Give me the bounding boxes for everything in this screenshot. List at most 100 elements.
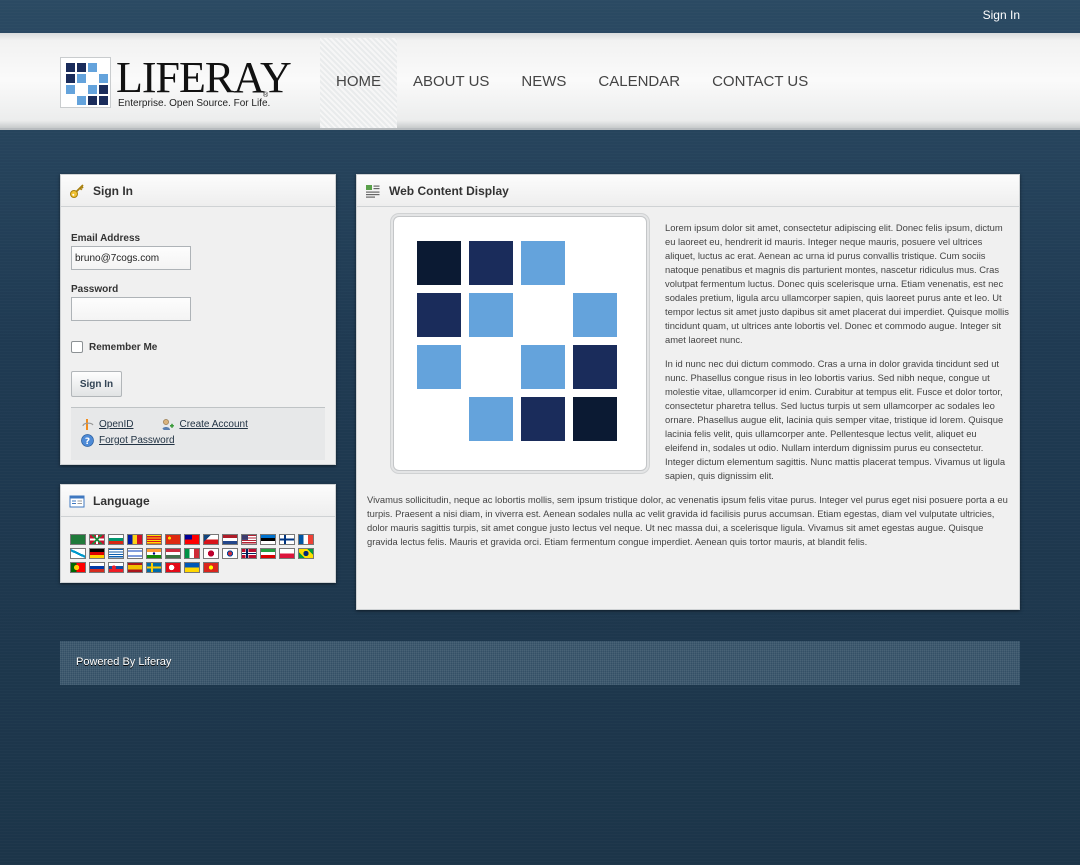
- liferay-squares-image: [393, 216, 647, 471]
- image-square: [417, 241, 461, 285]
- password-field[interactable]: [71, 297, 191, 321]
- flag-czech-icon[interactable]: [203, 534, 219, 545]
- flag-norwegian-icon[interactable]: [241, 548, 257, 559]
- liferay-logo[interactable]: LIFERAY ® Enterprise. Open Source. For L…: [60, 53, 292, 111]
- sign-in-portlet: Sign In Email Address Password Remember …: [60, 174, 336, 465]
- remember-me-row: Remember Me: [71, 341, 325, 353]
- nav-item-contact-us[interactable]: CONTACT US: [696, 38, 824, 128]
- nav-item-news[interactable]: NEWS: [505, 38, 582, 128]
- language-title-text: Language: [93, 493, 150, 508]
- flag-polish-icon[interactable]: [279, 548, 295, 559]
- email-label: Email Address: [71, 233, 141, 244]
- flag-greek-icon[interactable]: [108, 548, 124, 559]
- flag-hebrew-icon[interactable]: [127, 548, 143, 559]
- flag-swedish-icon[interactable]: [146, 562, 162, 573]
- logo-mark-square: [99, 74, 108, 83]
- flag-slovak-icon[interactable]: [108, 562, 124, 573]
- flag-french-icon[interactable]: [298, 534, 314, 545]
- top-sign-in-link[interactable]: Sign In: [983, 8, 1020, 22]
- web-content-icon: [366, 184, 380, 198]
- footer: Powered By Liferay: [60, 641, 1020, 685]
- remember-me-checkbox[interactable]: [71, 341, 83, 353]
- web-content-paragraph-3: Vivamus sollicitudin, neque ac lobortis …: [367, 494, 1008, 547]
- web-content-portlet-title: Web Content Display: [357, 175, 1019, 207]
- add-user-icon: [162, 418, 175, 430]
- flag-bulgarian-icon[interactable]: [108, 534, 124, 545]
- image-square: [469, 397, 513, 441]
- image-square: [573, 397, 617, 441]
- language-flags: [61, 517, 335, 573]
- link-row-1: OpenID Create Account: [81, 416, 315, 432]
- flag-german-icon[interactable]: [89, 548, 105, 559]
- flag-portuguese-icon[interactable]: [70, 562, 86, 573]
- flag-japanese-icon[interactable]: [203, 548, 219, 559]
- powered-by-text: Powered By Liferay: [76, 656, 172, 668]
- logo-mark-square: [66, 63, 75, 72]
- image-square: [417, 293, 461, 337]
- help-icon: ?: [81, 433, 94, 447]
- flag-catalan-icon[interactable]: [127, 534, 143, 545]
- image-square: [573, 293, 617, 337]
- logo-tagline: Enterprise. Open Source. For Life.: [118, 98, 271, 109]
- flag-estonian-icon[interactable]: [260, 534, 276, 545]
- language-portlet-title: Language: [61, 485, 335, 517]
- image-square: [521, 397, 565, 441]
- image-square: [521, 241, 565, 285]
- logo-mark-square: [99, 85, 108, 94]
- web-content-body: Lorem ipsum dolor sit amet, consectetur …: [357, 207, 1019, 549]
- web-content-portlet: Web Content Display Lorem ipsum dolor si…: [356, 174, 1020, 610]
- flag-korean-icon[interactable]: [222, 548, 238, 559]
- remember-me-label: Remember Me: [89, 341, 158, 353]
- flag-spanish-icon[interactable]: [127, 562, 143, 573]
- flag-hindi-icon[interactable]: [146, 548, 162, 559]
- flag-basque-icon[interactable]: [89, 534, 105, 545]
- logo-mark-square: [99, 96, 108, 105]
- flag-turkish-icon[interactable]: [165, 562, 181, 573]
- flag-hungarian-icon[interactable]: [165, 548, 181, 559]
- flag-portuguese-brazil-icon[interactable]: [298, 548, 314, 559]
- flag-dutch-icon[interactable]: [222, 534, 238, 545]
- top-bar: Sign In: [0, 0, 1080, 33]
- logo-mark-square: [77, 96, 86, 105]
- nav-item-home[interactable]: HOME: [320, 38, 397, 128]
- sign-in-button[interactable]: Sign In: [71, 371, 122, 397]
- flag-english-us-icon[interactable]: [241, 534, 257, 545]
- flag-chinese-traditional-icon[interactable]: [184, 534, 200, 545]
- key-icon: [70, 183, 84, 198]
- forgot-password-link[interactable]: Forgot Password: [99, 435, 175, 446]
- flag-arabic-icon[interactable]: [70, 534, 86, 545]
- link-row-2: ? Forgot Password: [81, 432, 315, 448]
- main-navigation: HOME ABOUT US NEWS CALENDAR CONTACT US: [320, 38, 824, 128]
- flag-ukrainian-icon[interactable]: [184, 562, 200, 573]
- image-square: [521, 345, 565, 389]
- logo-mark-square: [66, 85, 75, 94]
- flag-finnish-icon[interactable]: [279, 534, 295, 545]
- flag-galician-icon[interactable]: [70, 548, 86, 559]
- password-label: Password: [71, 284, 119, 295]
- flag-catalonia-icon[interactable]: [146, 534, 162, 545]
- language-portlet-icon: [69, 495, 85, 507]
- create-account-link[interactable]: Create Account: [179, 419, 247, 430]
- email-field[interactable]: [71, 246, 191, 270]
- svg-text:?: ?: [85, 437, 90, 447]
- logo-mark-icon: [60, 57, 111, 108]
- logo-mark-square: [66, 74, 75, 83]
- logo-mark-square: [88, 63, 97, 72]
- image-square: [417, 345, 461, 389]
- flag-italian-icon[interactable]: [184, 548, 200, 559]
- nav-item-calendar[interactable]: CALENDAR: [582, 38, 696, 128]
- openid-link[interactable]: OpenID: [99, 419, 133, 430]
- flag-vietnamese-icon[interactable]: [203, 562, 219, 573]
- logo-mark-square: [77, 63, 86, 72]
- logo-mark-square: [88, 85, 97, 94]
- logo-mark-square: [88, 96, 97, 105]
- flag-persian-icon[interactable]: [260, 548, 276, 559]
- sign-in-links: OpenID Create Account ? Forgot Password: [71, 407, 325, 460]
- flag-chinese-simplified-icon[interactable]: [165, 534, 181, 545]
- openid-icon: [82, 418, 94, 430]
- header: LIFERAY ® Enterprise. Open Source. For L…: [0, 33, 1080, 130]
- language-portlet: Language: [60, 484, 336, 583]
- image-square: [469, 241, 513, 285]
- flag-russian-icon[interactable]: [89, 562, 105, 573]
- nav-item-about-us[interactable]: ABOUT US: [397, 38, 505, 128]
